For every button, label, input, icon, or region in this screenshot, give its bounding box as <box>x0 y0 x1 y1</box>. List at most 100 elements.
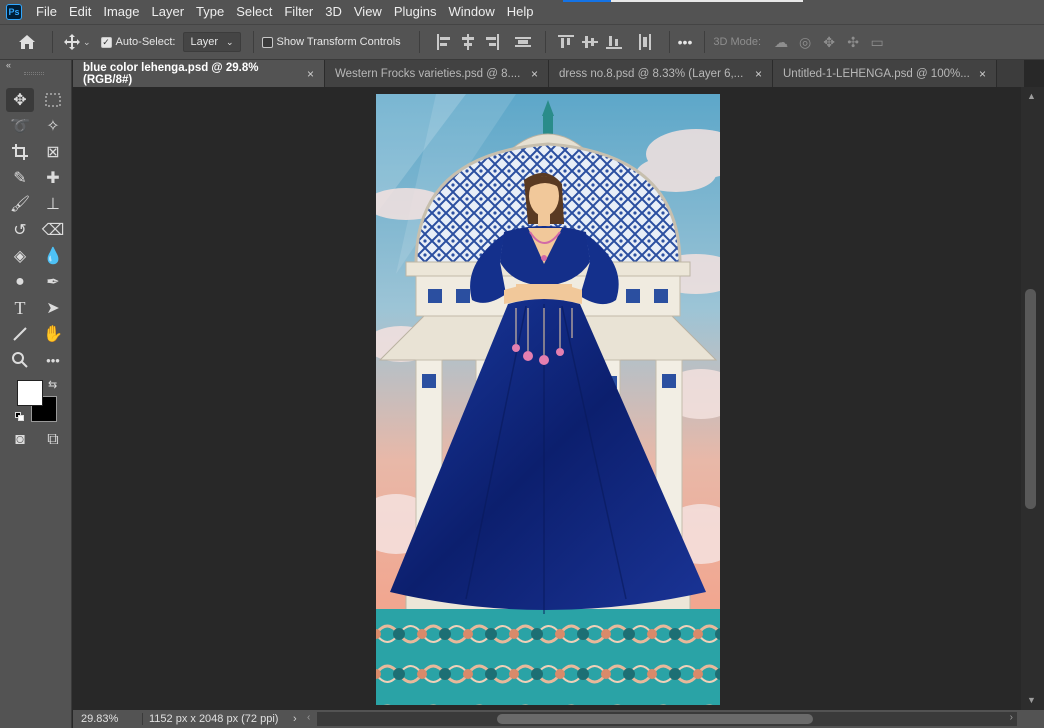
tab-label: Untitled-1-LEHENGA.psd @ 100%... <box>783 67 970 80</box>
dodge-tool-icon[interactable]: ● <box>6 270 34 294</box>
close-icon[interactable]: × <box>307 67 314 81</box>
tool-preset-chevron-icon[interactable]: ⌄ <box>83 37 91 48</box>
eyedropper-tool-icon[interactable]: ✎ <box>6 166 34 190</box>
auto-select-label: Auto-Select: <box>115 36 176 48</box>
healing-brush-tool-icon[interactable]: ✚ <box>39 166 67 190</box>
eraser-tool-icon[interactable]: ⌫ <box>39 218 67 242</box>
paint-bucket-tool-icon[interactable]: ◈ <box>6 244 34 268</box>
tab-dress-no-8[interactable]: dress no.8.psd @ 8.33% (Layer 6,... × <box>549 60 773 87</box>
screen-mode-icon[interactable]: ⧉ <box>39 428 67 452</box>
quick-mask-icon[interactable]: ◙ <box>6 428 34 452</box>
hand-tool-icon[interactable]: ✋ <box>39 322 67 346</box>
auto-select-target-value: Layer <box>190 36 218 48</box>
collapse-panel-icon[interactable]: « <box>6 60 11 70</box>
horizontal-scrollbar[interactable]: ‹ › <box>307 712 1017 726</box>
foreground-color-swatch[interactable] <box>17 380 43 406</box>
close-icon[interactable]: × <box>755 67 762 81</box>
vertical-scrollbar[interactable]: ▲ ▼ <box>1021 87 1044 710</box>
title-accent-bar <box>563 0 803 2</box>
auto-select-checkbox[interactable]: ✓ <box>100 36 112 48</box>
photoshop-logo: Ps <box>6 4 22 20</box>
tab-blue-color-lehenga[interactable]: blue color lehenga.psd @ 29.8% (RGB/8#) … <box>73 60 325 87</box>
tab-untitled-lehenga[interactable]: Untitled-1-LEHENGA.psd @ 100%... × <box>773 60 997 87</box>
menu-view[interactable]: View <box>348 0 388 24</box>
align-right-edges-icon[interactable] <box>483 33 501 51</box>
3d-orbit-icon[interactable]: ☁ <box>769 34 793 51</box>
chevron-down-icon: ⌄ <box>226 36 234 47</box>
edit-toolbar-icon[interactable]: ••• <box>39 348 67 372</box>
scroll-right-icon[interactable]: › <box>1010 712 1013 723</box>
tab-western-frocks[interactable]: Western Frocks varieties.psd @ 8.... × <box>325 60 549 87</box>
swap-colors-icon[interactable]: ⇆ <box>48 378 57 391</box>
panel-grip[interactable] <box>24 72 44 75</box>
menu-image[interactable]: Image <box>97 0 145 24</box>
align-top-edges-icon[interactable] <box>557 33 575 51</box>
move-tool-icon[interactable] <box>61 31 83 53</box>
menu-help[interactable]: Help <box>501 0 540 24</box>
status-bar: 29.83% 1152 px x 2048 px (72 ppi) › ‹ › <box>73 710 1044 728</box>
crop-tool-icon[interactable] <box>6 140 34 164</box>
blur-tool-icon[interactable]: 💧 <box>39 244 67 268</box>
horizontal-scroll-thumb[interactable] <box>497 714 813 724</box>
close-icon[interactable]: × <box>531 67 538 81</box>
3d-scale-icon[interactable]: ▭ <box>865 34 889 51</box>
menu-filter[interactable]: Filter <box>278 0 319 24</box>
document-size: 1152 px x 2048 px (72 ppi) <box>149 713 279 725</box>
line-tool-icon[interactable] <box>6 322 34 346</box>
menu-edit[interactable]: Edit <box>63 0 97 24</box>
path-selection-tool-icon[interactable]: ➤ <box>39 296 67 320</box>
scroll-left-icon[interactable]: ‹ <box>307 712 310 723</box>
menu-window[interactable]: Window <box>442 0 500 24</box>
clone-stamp-tool-icon[interactable]: ⊥ <box>39 192 67 216</box>
more-options-icon[interactable]: ••• <box>678 34 693 50</box>
tab-label: Western Frocks varieties.psd @ 8.... <box>335 67 521 80</box>
align-vertical-centers-icon[interactable] <box>581 33 599 51</box>
frame-tool-icon[interactable]: ⊠ <box>39 140 67 164</box>
3d-roll-icon[interactable]: ◎ <box>793 34 817 51</box>
canvas-workspace[interactable] <box>73 87 1024 710</box>
tab-label: dress no.8.psd @ 8.33% (Layer 6,... <box>559 67 744 80</box>
marquee-tool-icon[interactable] <box>39 88 67 112</box>
auto-select-target-dropdown[interactable]: Layer ⌄ <box>183 32 241 52</box>
close-icon[interactable]: × <box>979 67 986 81</box>
menu-plugins[interactable]: Plugins <box>388 0 443 24</box>
align-left-edges-icon[interactable] <box>435 33 453 51</box>
menu-type[interactable]: Type <box>190 0 230 24</box>
show-transform-checkbox[interactable] <box>261 36 273 48</box>
magic-wand-tool-icon[interactable]: ✧ <box>39 114 67 138</box>
history-brush-tool-icon[interactable]: ↺ <box>6 218 34 242</box>
separator <box>704 31 706 53</box>
scroll-up-icon[interactable]: ▲ <box>1027 91 1036 101</box>
distribute-horizontal-icon[interactable] <box>636 33 654 51</box>
pen-tool-icon[interactable]: ✒ <box>39 270 67 294</box>
type-tool-icon[interactable]: T <box>6 296 34 320</box>
default-colors-icon[interactable] <box>15 412 25 422</box>
move-tool-icon[interactable]: ✥ <box>6 88 34 112</box>
separator <box>418 31 420 53</box>
brush-tool-icon[interactable]: 🖌 <box>6 192 34 216</box>
menu-select[interactable]: Select <box>230 0 278 24</box>
separator <box>668 31 670 53</box>
zoom-tool-icon[interactable] <box>6 348 34 372</box>
menu-3d[interactable]: 3D <box>319 0 348 24</box>
3d-pan-icon[interactable]: ✥ <box>817 34 841 51</box>
menu-layer[interactable]: Layer <box>146 0 191 24</box>
document-tab-bar: blue color lehenga.psd @ 29.8% (RGB/8#) … <box>73 60 1024 87</box>
distribute-vertical-icon[interactable] <box>514 33 532 51</box>
home-icon[interactable] <box>16 31 38 53</box>
vertical-scroll-thumb[interactable] <box>1025 289 1036 509</box>
tab-label: blue color lehenga.psd @ 29.8% (RGB/8#) <box>83 61 259 86</box>
scroll-down-icon[interactable]: ▼ <box>1027 695 1036 705</box>
separator <box>252 31 254 53</box>
options-bar: ⌄ ✓ Auto-Select: Layer ⌄ Show Transform … <box>0 24 1044 60</box>
document-canvas[interactable] <box>376 94 720 705</box>
menu-file[interactable]: File <box>30 0 63 24</box>
3d-mode-label: 3D Mode: <box>713 36 762 48</box>
3d-slide-icon[interactable]: ✣ <box>841 34 865 51</box>
separator <box>544 31 546 53</box>
align-horizontal-centers-icon[interactable] <box>459 33 477 51</box>
lasso-tool-icon[interactable]: ➰ <box>6 114 34 138</box>
align-bottom-edges-icon[interactable] <box>605 33 623 51</box>
tools-panel: « ✥ ➰ ✧ ⊠ ✎ ✚ 🖌 ⊥ ↺ ⌫ ◈ 💧 ● ✒ T ➤ ✋ ••• … <box>0 60 72 728</box>
zoom-level[interactable]: 29.83% <box>73 713 143 725</box>
